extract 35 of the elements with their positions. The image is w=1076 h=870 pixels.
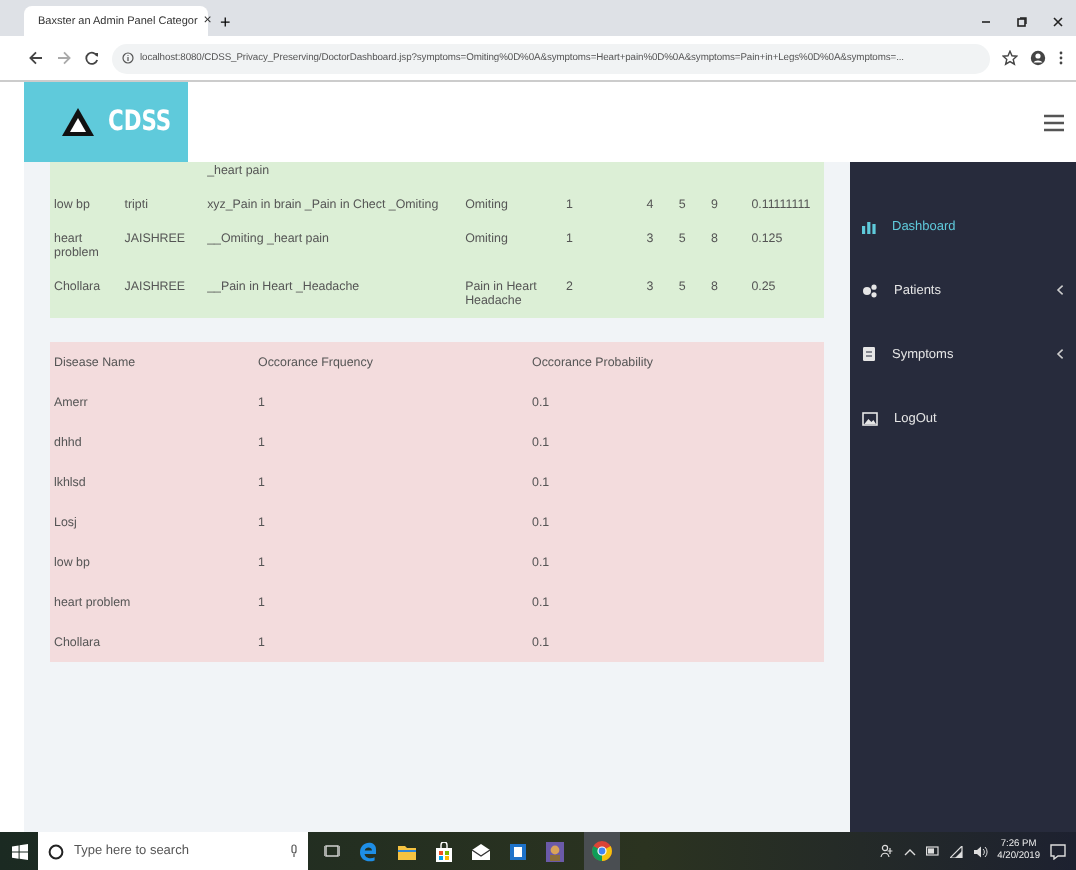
- restore-icon[interactable]: [1016, 16, 1028, 28]
- new-tab-button[interactable]: +: [220, 14, 231, 32]
- chevron-up-icon[interactable]: [903, 847, 916, 855]
- folder-icon[interactable]: [398, 843, 416, 859]
- store-bag-icon[interactable]: [436, 841, 452, 861]
- edge-browser-icon[interactable]: [360, 841, 378, 861]
- people-icon[interactable]: [879, 844, 894, 858]
- back-arrow-icon[interactable]: [28, 50, 44, 66]
- close-icon[interactable]: [1052, 16, 1064, 28]
- chevron-left-icon: [1056, 284, 1064, 296]
- game-app-icon[interactable]: [546, 841, 564, 861]
- chevron-left-icon: [1056, 348, 1064, 360]
- minimize-icon[interactable]: [980, 16, 992, 28]
- cortana-circle-icon: [48, 843, 64, 859]
- picture-icon: [862, 411, 878, 425]
- star-icon[interactable]: [1002, 50, 1018, 66]
- microphone-icon[interactable]: [290, 844, 298, 858]
- wifi-signal-icon[interactable]: [949, 845, 964, 857]
- chrome-browser-icon[interactable]: [584, 832, 620, 870]
- mail-envelope-icon[interactable]: [472, 843, 490, 859]
- logo-text: CDSS: [108, 106, 172, 138]
- triangle-logo-icon: [60, 106, 96, 138]
- more-options-icon[interactable]: [1058, 50, 1064, 66]
- reload-icon[interactable]: [84, 50, 100, 66]
- info-icon: [122, 52, 134, 64]
- book-icon: [862, 346, 876, 362]
- speaker-icon[interactable]: [973, 845, 988, 857]
- menu-icon[interactable]: [1044, 113, 1064, 131]
- notification-icon[interactable]: [1050, 843, 1066, 859]
- app-tile-icon[interactable]: [510, 843, 526, 859]
- task-view-icon[interactable]: [324, 844, 340, 858]
- bar-chart-icon: [862, 219, 876, 233]
- windows-start-icon[interactable]: [11, 843, 27, 859]
- battery-icon[interactable]: [925, 846, 940, 856]
- profile-icon[interactable]: [1030, 50, 1046, 66]
